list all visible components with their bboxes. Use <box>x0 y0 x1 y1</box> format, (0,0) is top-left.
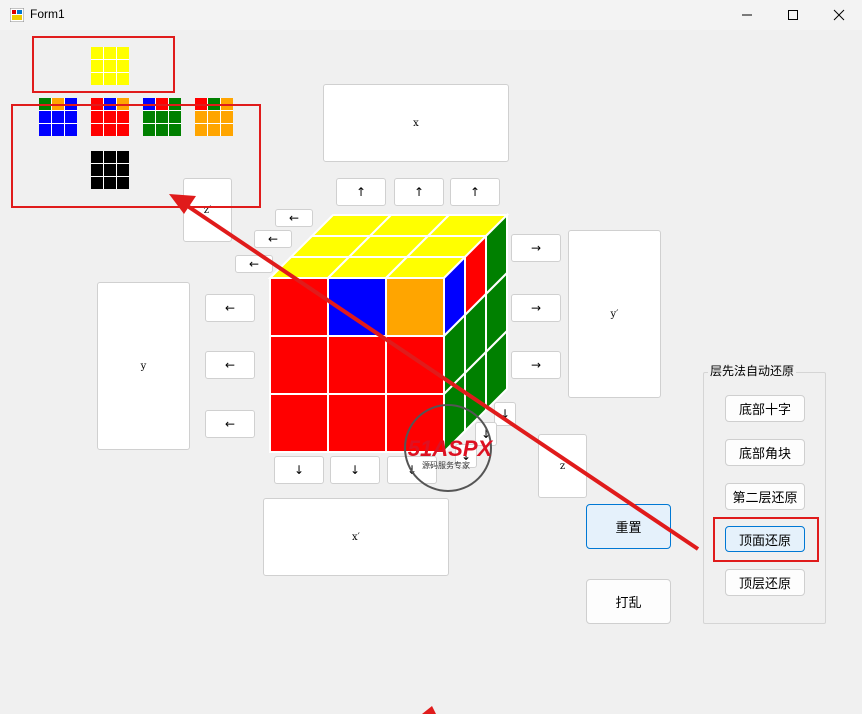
annotation-box-top <box>32 36 175 93</box>
side-layer-3-down-button[interactable]: ↓ <box>455 444 477 468</box>
side-layer-2-down-button[interactable]: ↓ <box>475 422 497 446</box>
maximize-button[interactable] <box>770 0 816 30</box>
window-title: Form1 <box>30 7 65 21</box>
app-icon <box>10 8 24 22</box>
title-bar: Form1 <box>0 0 862 30</box>
rotate-y-prime-button[interactable]: y′ <box>568 230 661 398</box>
col-2-down-button[interactable]: ↓ <box>330 456 380 484</box>
bottom-corners-button[interactable]: 底部角块 <box>725 439 805 466</box>
top-layer-2-left-button[interactable]: ← <box>254 230 292 248</box>
rotate-z-button[interactable]: z <box>538 434 587 498</box>
solver-group-title: 层先法自动还原 <box>708 362 797 379</box>
second-layer-button[interactable]: 第二层还原 <box>725 483 805 510</box>
close-icon <box>833 9 845 21</box>
top-col-3-up-button[interactable]: ↑ <box>450 178 500 206</box>
row-3-left-button[interactable]: ← <box>205 410 255 438</box>
top-col-1-up-button[interactable]: ↑ <box>336 178 386 206</box>
top-layer-button[interactable]: 顶层还原 <box>725 569 805 596</box>
rotate-x-button[interactable]: x <box>323 84 509 162</box>
top-layer-3-left-button[interactable]: ← <box>235 255 273 273</box>
minimize-icon <box>742 14 752 16</box>
row-1-right-button[interactable]: → <box>511 234 561 262</box>
annotation-box-button <box>713 517 819 562</box>
close-button[interactable] <box>816 0 862 30</box>
top-col-2-up-button[interactable]: ↑ <box>394 178 444 206</box>
col-1-down-button[interactable]: ↓ <box>274 456 324 484</box>
row-2-left-button[interactable]: ← <box>205 351 255 379</box>
maximize-icon <box>788 10 798 20</box>
side-layer-1-down-button[interactable]: ↓ <box>494 402 516 426</box>
rotate-x-prime-button[interactable]: x′ <box>263 498 449 576</box>
row-2-right-button[interactable]: → <box>511 294 561 322</box>
scramble-button[interactable]: 打乱 <box>586 579 671 624</box>
rotate-y-button[interactable]: y <box>97 282 190 450</box>
row-3-right-button[interactable]: → <box>511 351 561 379</box>
top-layer-1-left-button[interactable]: ← <box>275 209 313 227</box>
minimize-button[interactable] <box>724 0 770 30</box>
bottom-cross-button[interactable]: 底部十字 <box>725 395 805 422</box>
row-1-left-button[interactable]: ← <box>205 294 255 322</box>
annotation-box-net <box>11 104 261 208</box>
reset-button[interactable]: 重置 <box>586 504 671 549</box>
col-3-down-button[interactable]: ↓ <box>387 456 437 484</box>
